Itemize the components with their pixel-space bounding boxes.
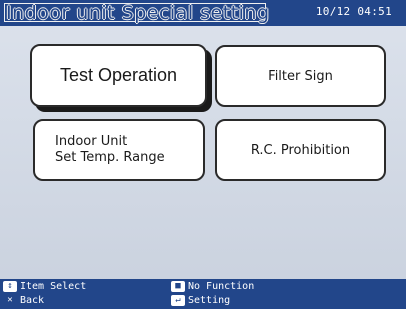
help-item-select-label: Item Select [20,281,87,292]
rc-prohibition-label: R.C. Prohibition [250,142,351,158]
test-operation-button[interactable]: Test Operation [30,44,207,107]
help-item-setting-label: Setting [188,295,231,306]
set-temp-range-label: Indoor Unit Set Temp. Range [55,134,165,165]
clock-display: 10/12 04:51 [315,5,392,18]
help-item-back-label: Back [20,295,45,306]
back-icon: ✕ [7,295,13,305]
page-title: Indoor unit Special setting [6,2,270,24]
rc-prohibition-button[interactable]: R.C. Prohibition [215,119,386,181]
help-item-setting: ↵ Setting [171,294,230,307]
test-operation-label: Test Operation [59,65,178,85]
set-temp-range-button[interactable]: Indoor Unit Set Temp. Range [33,119,205,181]
help-item-select: ↕ Item Select [3,280,86,293]
help-bar: ↕ Item Select ✕ Back ■ No Function ↵ Set… [0,279,406,309]
help-item-no-function: ■ No Function [171,280,254,293]
enter-icon: ↵ [171,295,185,306]
dpad-icon: ↕ [3,281,17,292]
help-item-no-function-label: No Function [188,281,255,292]
lcd-screen: Indoor unit Special setting 10/12 04:51 … [0,0,406,309]
filter-sign-button[interactable]: Filter Sign [215,45,386,107]
filter-sign-label: Filter Sign [268,68,333,84]
title-bar: Indoor unit Special setting 10/12 04:51 [0,0,406,26]
help-item-back: ✕ Back [3,294,44,307]
menu-key-icon: ■ [171,281,185,292]
